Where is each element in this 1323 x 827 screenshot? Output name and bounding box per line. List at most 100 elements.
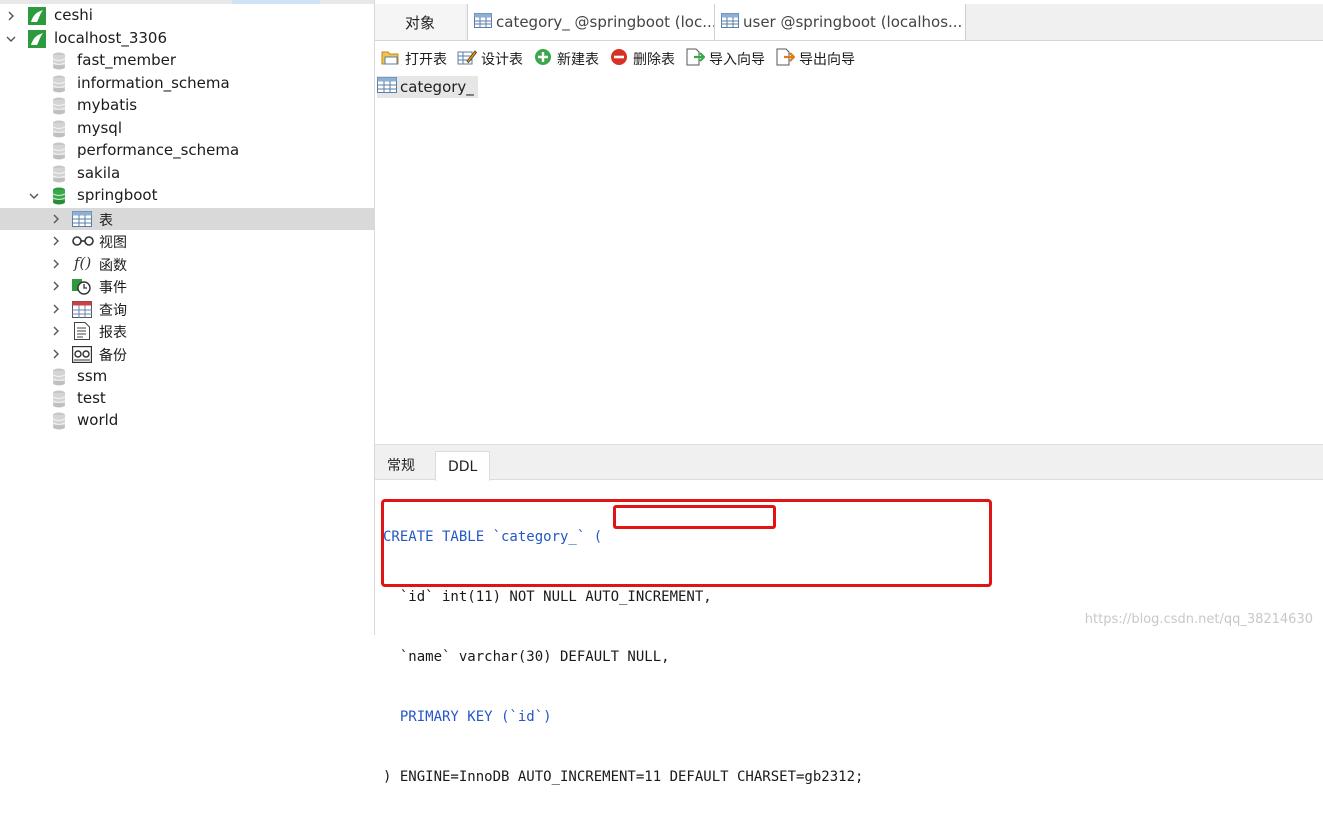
database-item[interactable]: world [0, 410, 374, 432]
info-pane-tabs: 常规 DDL [375, 445, 1323, 481]
event-clock-icon [72, 278, 92, 299]
tab-user-table[interactable]: user @springboot (localhos... [715, 4, 966, 40]
delete-table-button[interactable]: 删除表 [603, 46, 679, 72]
object-item-category[interactable]: category_ [377, 76, 478, 98]
database-label: performance_schema [77, 141, 240, 159]
database-icon [52, 412, 66, 434]
chevron-right-icon[interactable] [6, 11, 16, 21]
chevron-down-icon[interactable] [6, 34, 16, 44]
query-icon [72, 301, 92, 322]
database-label: information_schema [77, 74, 230, 92]
table-icon [72, 211, 92, 231]
delete-minus-icon [609, 48, 629, 70]
tab-label: DDL [448, 458, 478, 475]
ddl-line: PRIMARY KEY (`id`) [383, 709, 552, 725]
ddl-line: `id` int(11) NOT NULL AUTO_INCREMENT, [383, 589, 712, 605]
tree-item-label: 备份 [99, 348, 127, 364]
tree-item-views[interactable]: 视图 [0, 230, 374, 252]
database-item-springboot[interactable]: springboot [0, 185, 374, 207]
tree-item-functions[interactable]: f() 函数 [0, 253, 374, 275]
open-table-label: 打开表 [405, 52, 447, 68]
import-wizard-label: 导入向导 [709, 52, 765, 68]
database-item[interactable]: fast_member [0, 50, 374, 72]
delete-table-label: 删除表 [633, 52, 675, 68]
database-icon [52, 368, 66, 390]
mysql-connection-icon [28, 30, 46, 52]
export-wizard-button[interactable]: 导出向导 [769, 46, 859, 72]
navigation-tree: ceshi localhost_3306 fast_member informa… [0, 0, 375, 635]
backup-icon [71, 345, 93, 367]
database-item[interactable]: mybatis [0, 95, 374, 117]
import-icon [685, 48, 706, 70]
new-table-button[interactable]: 新建表 [527, 46, 603, 72]
tab-objects[interactable]: 对象 [375, 4, 465, 40]
export-wizard-label: 导出向导 [799, 52, 855, 68]
database-icon [52, 142, 66, 164]
tree-item-reports[interactable]: 报表 [0, 320, 374, 342]
ddl-line: ) ENGINE=InnoDB AUTO_INCREMENT=11 DEFAUL… [383, 769, 864, 785]
chevron-right-icon[interactable] [51, 236, 61, 246]
chevron-down-icon[interactable] [29, 191, 39, 201]
table-icon [721, 12, 739, 32]
new-table-label: 新建表 [557, 52, 599, 68]
database-label: ssm [77, 367, 108, 385]
highlight-box-auto-increment [613, 505, 776, 529]
database-label: test [77, 389, 106, 407]
tree-item-label: 视图 [99, 235, 127, 251]
database-label: sakila [77, 164, 121, 182]
folder-open-icon [381, 49, 401, 70]
watermark: https://blog.csdn.net/qq_38214630 [1084, 612, 1313, 627]
database-open-icon [52, 187, 66, 209]
chevron-right-icon[interactable] [51, 281, 61, 291]
database-label: fast_member [77, 51, 177, 69]
tab-label: user @springboot (localhos... [743, 13, 963, 31]
tab-general[interactable]: 常规 [379, 451, 423, 479]
tab-label: 对象 [404, 13, 435, 32]
function-icon: f() [74, 254, 92, 272]
chevron-right-icon[interactable] [51, 304, 61, 314]
tab-bar: 对象 category_ @springboot (loc... user @s… [375, 4, 1323, 41]
connection-localhost[interactable]: localhost_3306 [0, 28, 374, 50]
database-label: world [77, 411, 119, 429]
chevron-right-icon[interactable] [51, 326, 61, 336]
design-table-button[interactable]: 设计表 [451, 46, 527, 72]
database-icon [52, 165, 66, 187]
connection-ceshi[interactable]: ceshi [0, 5, 374, 27]
chevron-right-icon[interactable] [51, 214, 61, 224]
import-wizard-button[interactable]: 导入向导 [679, 46, 769, 72]
database-item[interactable]: test [0, 388, 374, 410]
database-item[interactable]: sakila [0, 163, 374, 185]
database-label: mysql [77, 119, 122, 137]
view-glasses-icon [72, 235, 94, 251]
database-item[interactable]: ssm [0, 366, 374, 388]
database-icon [52, 120, 66, 142]
tree-item-events[interactable]: 事件 [0, 275, 374, 297]
database-label: mybatis [77, 96, 138, 114]
chevron-right-icon[interactable] [51, 349, 61, 359]
database-item[interactable]: information_schema [0, 73, 374, 95]
connection-label: localhost_3306 [54, 29, 168, 47]
table-icon [474, 12, 492, 32]
open-table-button[interactable]: 打开表 [375, 46, 451, 72]
design-pencil-icon [457, 49, 478, 70]
database-icon [52, 52, 66, 74]
tree-item-label: 查询 [99, 303, 127, 319]
tree-item-tables[interactable]: 表 [0, 208, 374, 230]
database-item[interactable]: mysql [0, 118, 374, 140]
tree-item-label: 事件 [99, 280, 127, 296]
database-icon [52, 97, 66, 119]
database-icon [52, 390, 66, 412]
object-list: category_ [375, 76, 1323, 444]
chevron-right-icon[interactable] [51, 259, 61, 269]
tab-label: category_ @springboot (loc... [496, 13, 715, 31]
database-icon [52, 75, 66, 97]
tab-category-table[interactable]: category_ @springboot (loc... [467, 4, 715, 40]
report-icon [74, 322, 90, 344]
tree-item-backups[interactable]: 备份 [0, 343, 374, 365]
tab-ddl[interactable]: DDL [435, 451, 491, 481]
tree-item-queries[interactable]: 查询 [0, 298, 374, 320]
database-item[interactable]: performance_schema [0, 140, 374, 162]
mysql-connection-icon [28, 7, 46, 29]
database-label: springboot [77, 186, 158, 204]
ddl-line: `name` varchar(30) DEFAULT NULL, [383, 649, 670, 665]
